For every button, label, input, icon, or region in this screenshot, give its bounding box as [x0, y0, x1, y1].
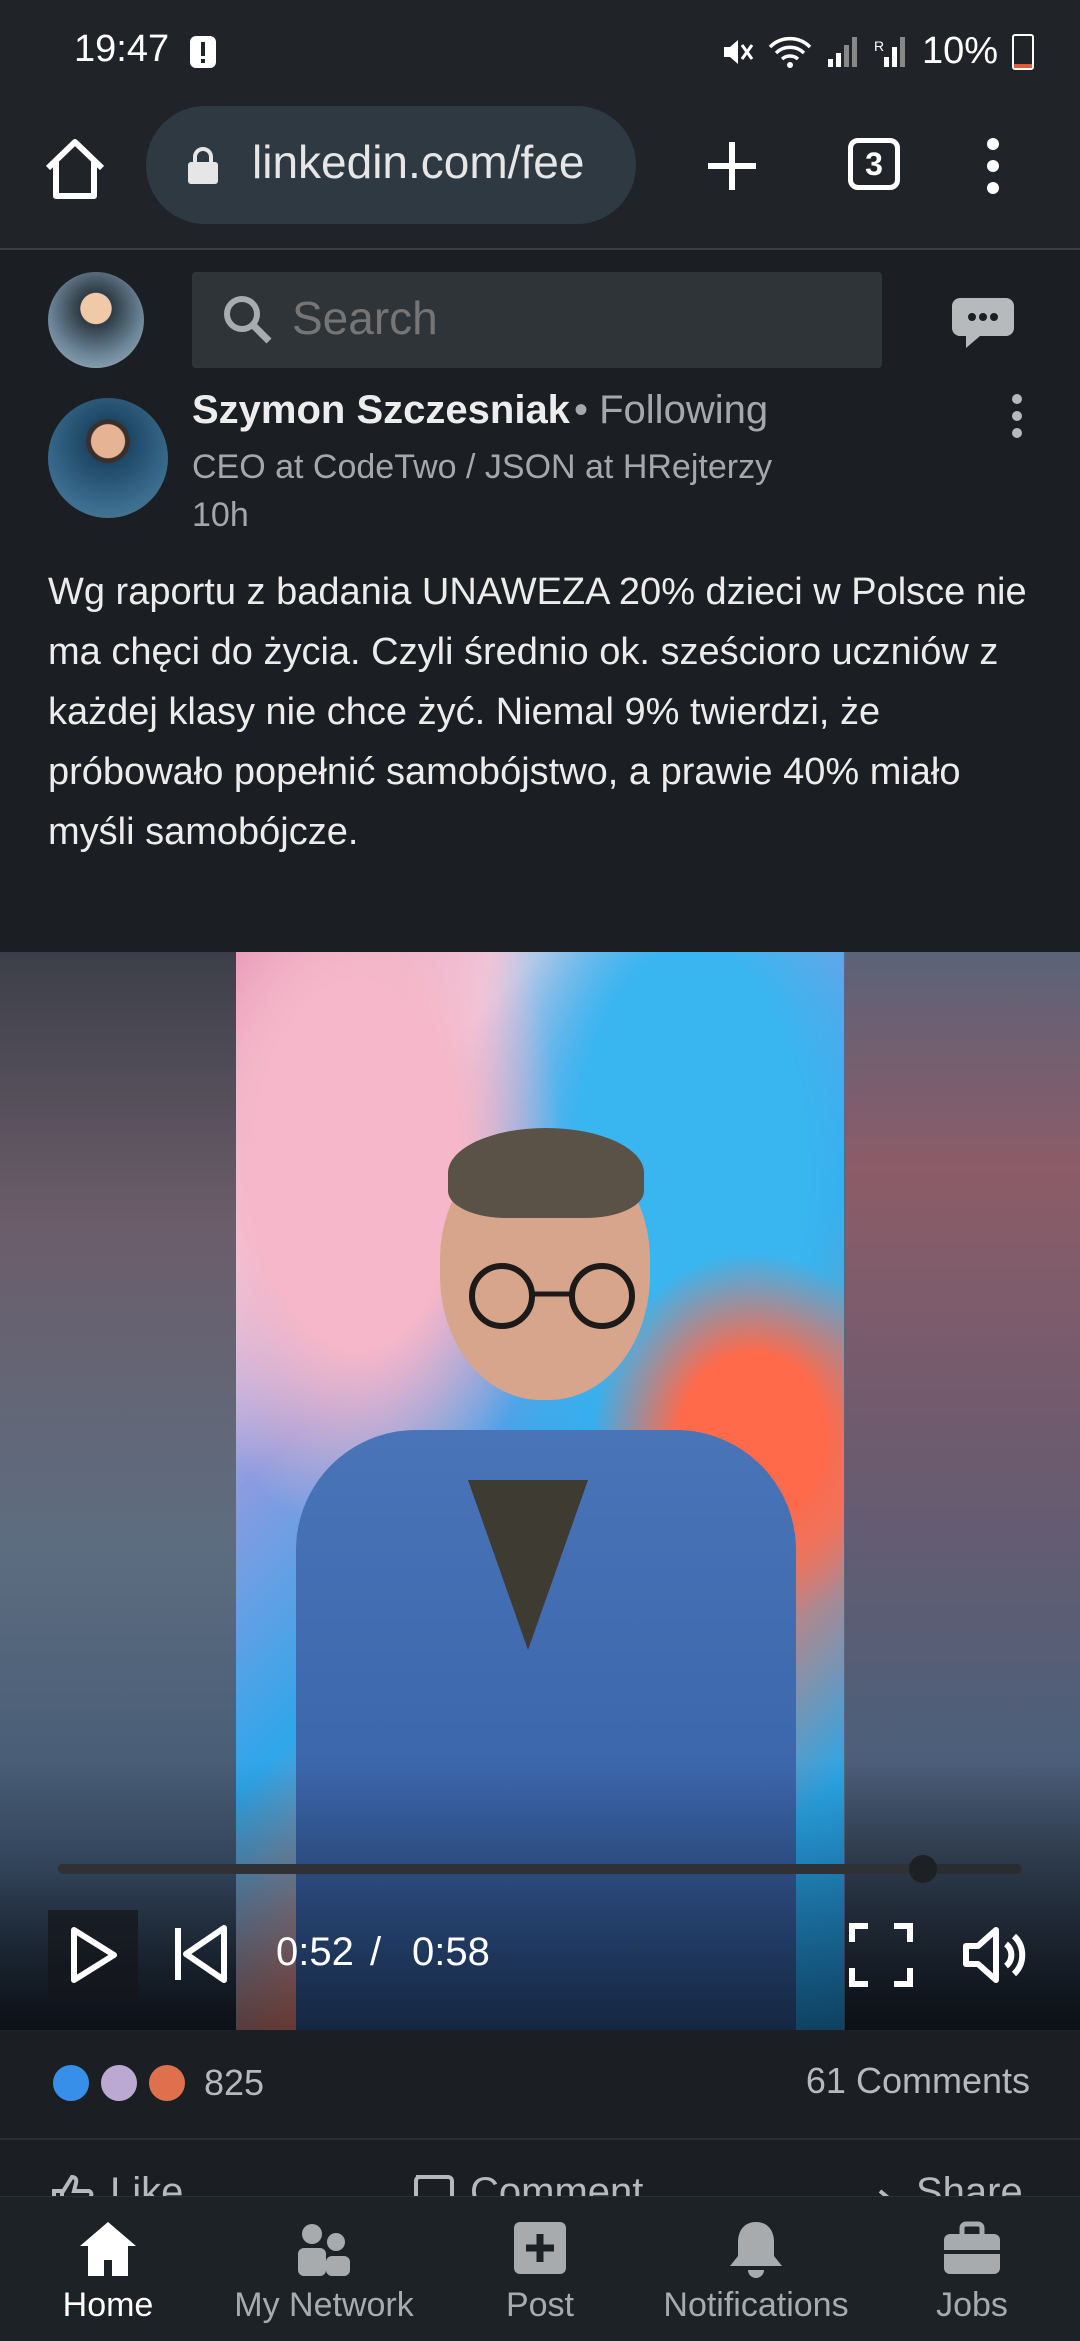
nav-label: Post: [505, 2286, 575, 2324]
post-time: 10h: [192, 496, 249, 534]
search-input[interactable]: [290, 290, 854, 346]
nav-notifications[interactable]: Notifications: [650, 2196, 862, 2340]
skip-back-icon[interactable]: [164, 1918, 236, 1990]
author-avatar[interactable]: [48, 398, 168, 518]
url-text[interactable]: linkedin.com/fee: [252, 135, 618, 189]
alert-icon: [190, 36, 216, 68]
my-avatar[interactable]: [48, 272, 144, 368]
love-reaction-icon: [146, 2062, 188, 2104]
video-progress-fill: [58, 1864, 923, 1874]
play-icon[interactable]: [48, 1910, 138, 2000]
wifi-icon: [768, 36, 812, 68]
video-progress-handle[interactable]: [908, 1855, 937, 1883]
video-time-separator: /: [370, 1930, 382, 1974]
plus-icon[interactable]: [700, 134, 764, 198]
signal-r-icon: R: [874, 36, 905, 67]
nav-home[interactable]: Home: [28, 2196, 188, 2340]
like-reaction-icon: [50, 2062, 92, 2104]
nav-label: Jobs: [936, 2286, 1008, 2324]
status-icons: R 10%: [720, 30, 1034, 73]
home-icon: [80, 2222, 136, 2276]
author-name[interactable]: Szymon Szczesniak: [192, 388, 570, 433]
nav-post[interactable]: Post: [460, 2196, 620, 2340]
volume-icon[interactable]: [960, 1922, 1030, 1988]
post-text: Wg raportu z badania UNAWEZA 20% dzieci …: [48, 571, 1027, 853]
reaction-count[interactable]: 825: [204, 2062, 264, 2104]
messaging-icon[interactable]: [950, 294, 1016, 350]
nav-label: My Network: [234, 2286, 414, 2324]
search-icon: [224, 296, 272, 344]
battery-low-icon: [1012, 33, 1034, 70]
nav-my-network[interactable]: My Network: [224, 2196, 424, 2340]
post-menu-icon[interactable]: [1010, 392, 1024, 440]
nav-label: Home: [62, 2286, 154, 2324]
actions-divider: [0, 2138, 1080, 2140]
mute-icon: [723, 39, 754, 64]
video-person-glasses: [469, 1263, 635, 1329]
briefcase-icon: [944, 2221, 1000, 2274]
comments-count[interactable]: 61 Comments: [806, 2060, 1030, 2102]
nav-label: Notifications: [663, 2286, 849, 2324]
lock-icon: [188, 147, 218, 184]
svg-text:R: R: [874, 38, 884, 54]
more-vertical-icon[interactable]: [986, 136, 1000, 196]
post-icon: [514, 2222, 566, 2274]
battery-text: 10%: [921, 30, 998, 72]
home-icon[interactable]: [40, 134, 110, 204]
bell-icon: [730, 2222, 782, 2278]
author-headline: CEO at CodeTwo / JSON at HRejterzy: [192, 448, 773, 486]
status-time: 19:47: [74, 28, 170, 70]
video-controls-shade: [0, 1760, 1080, 2030]
follow-status: • Following: [574, 388, 769, 432]
fullscreen-icon[interactable]: [848, 1922, 914, 1988]
nav-jobs[interactable]: Jobs: [892, 2196, 1052, 2340]
tab-count-button[interactable]: 3: [848, 138, 900, 190]
video-person-hair: [448, 1128, 644, 1218]
video-total-time: 0:58: [412, 1930, 490, 1974]
support-reaction-icon: [98, 2062, 140, 2104]
network-icon: [298, 2224, 350, 2276]
signal-icon: [827, 36, 857, 67]
video-current-time: 0:52: [276, 1930, 354, 1974]
